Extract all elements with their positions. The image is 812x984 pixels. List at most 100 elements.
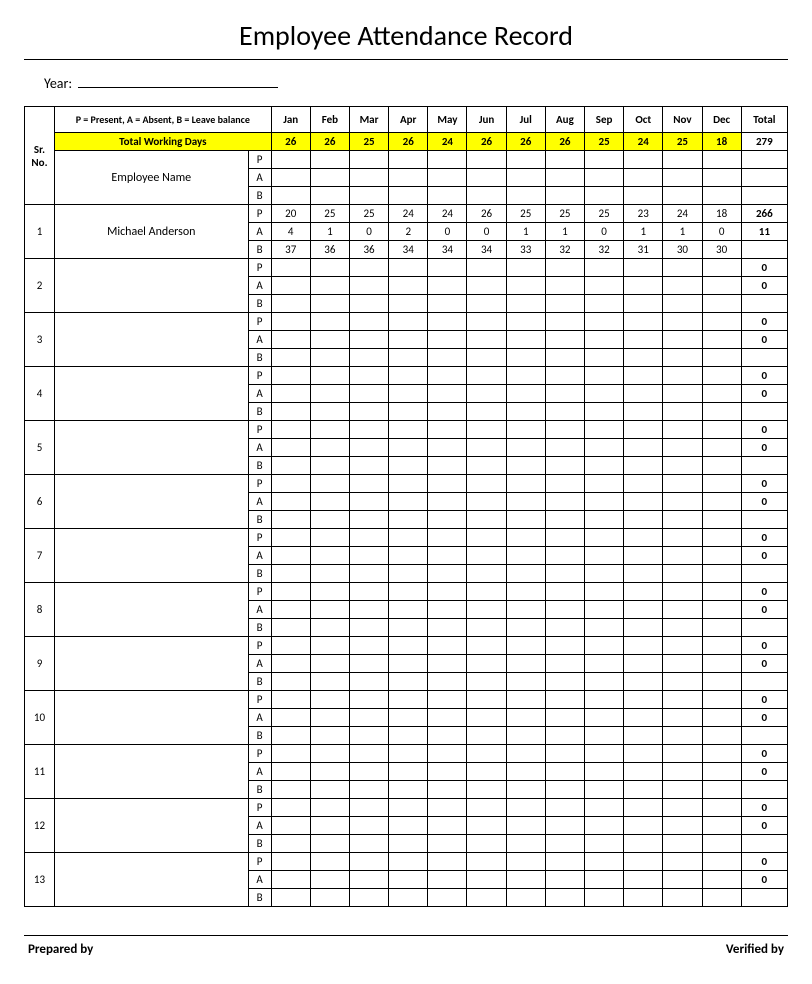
val-B-oct[interactable] bbox=[624, 619, 663, 637]
val-B-feb[interactable] bbox=[310, 781, 349, 799]
val-B-jun[interactable] bbox=[467, 457, 506, 475]
val-P-may[interactable] bbox=[428, 529, 467, 547]
val-P-nov[interactable] bbox=[663, 259, 702, 277]
val-P-oct[interactable] bbox=[624, 529, 663, 547]
val-P-aug[interactable]: 25 bbox=[545, 205, 584, 223]
val-A-aug[interactable] bbox=[545, 709, 584, 727]
employee-name[interactable] bbox=[54, 529, 248, 583]
val-B-nov[interactable] bbox=[663, 511, 702, 529]
val-P-mar[interactable] bbox=[349, 259, 388, 277]
val-B-nov[interactable] bbox=[663, 565, 702, 583]
val-B-jan[interactable] bbox=[271, 727, 310, 745]
val-P-apr[interactable] bbox=[389, 691, 428, 709]
val-A-jun[interactable] bbox=[467, 385, 506, 403]
val-A-aug[interactable] bbox=[545, 871, 584, 889]
val-B-feb[interactable] bbox=[310, 619, 349, 637]
val-A-nov[interactable] bbox=[663, 817, 702, 835]
val-B-oct[interactable] bbox=[624, 403, 663, 421]
val-A-jul[interactable] bbox=[506, 439, 545, 457]
val-B-dec[interactable] bbox=[702, 619, 741, 637]
val-B-sep[interactable] bbox=[585, 727, 624, 745]
val-B-apr[interactable] bbox=[389, 673, 428, 691]
val-B-nov[interactable] bbox=[663, 835, 702, 853]
val-A-mar[interactable] bbox=[349, 277, 388, 295]
val-B-jan[interactable] bbox=[271, 295, 310, 313]
val-P-nov[interactable] bbox=[663, 583, 702, 601]
val-A-jul[interactable] bbox=[506, 385, 545, 403]
val-A-mar[interactable] bbox=[349, 763, 388, 781]
val-P-may[interactable] bbox=[428, 259, 467, 277]
val-A-may[interactable] bbox=[428, 817, 467, 835]
val-B-apr[interactable]: 34 bbox=[389, 241, 428, 259]
val-B-may[interactable] bbox=[428, 295, 467, 313]
val-A-jan[interactable] bbox=[271, 655, 310, 673]
val-P-jul[interactable] bbox=[506, 259, 545, 277]
val-A-sep[interactable] bbox=[585, 439, 624, 457]
val-B-jun[interactable] bbox=[467, 565, 506, 583]
val-P-apr[interactable] bbox=[389, 367, 428, 385]
val-B-jul[interactable] bbox=[506, 349, 545, 367]
val-A-may[interactable] bbox=[428, 385, 467, 403]
val-P-mar[interactable] bbox=[349, 475, 388, 493]
val-B-feb[interactable] bbox=[310, 673, 349, 691]
val-A-nov[interactable] bbox=[663, 655, 702, 673]
val-A-jun[interactable]: 0 bbox=[467, 223, 506, 241]
val-B-dec[interactable] bbox=[702, 403, 741, 421]
val-B-jan[interactable] bbox=[271, 511, 310, 529]
val-B-may[interactable] bbox=[428, 511, 467, 529]
val-B-dec[interactable] bbox=[702, 889, 741, 907]
val-B-feb[interactable] bbox=[310, 565, 349, 583]
val-P-nov[interactable] bbox=[663, 313, 702, 331]
val-A-oct[interactable]: 1 bbox=[624, 223, 663, 241]
val-B-sep[interactable] bbox=[585, 781, 624, 799]
val-B-jan[interactable] bbox=[271, 565, 310, 583]
val-A-sep[interactable] bbox=[585, 763, 624, 781]
val-P-dec[interactable] bbox=[702, 799, 741, 817]
val-P-may[interactable] bbox=[428, 367, 467, 385]
val-A-dec[interactable] bbox=[702, 709, 741, 727]
val-P-jul[interactable] bbox=[506, 637, 545, 655]
val-B-sep[interactable] bbox=[585, 619, 624, 637]
val-B-mar[interactable] bbox=[349, 673, 388, 691]
val-P-nov[interactable] bbox=[663, 421, 702, 439]
val-P-oct[interactable] bbox=[624, 475, 663, 493]
val-B-may[interactable] bbox=[428, 349, 467, 367]
val-A-feb[interactable] bbox=[310, 871, 349, 889]
val-A-aug[interactable] bbox=[545, 655, 584, 673]
val-A-jan[interactable] bbox=[271, 385, 310, 403]
val-B-jul[interactable] bbox=[506, 457, 545, 475]
val-P-jan[interactable] bbox=[271, 529, 310, 547]
val-P-apr[interactable] bbox=[389, 583, 428, 601]
val-B-may[interactable] bbox=[428, 457, 467, 475]
val-A-jun[interactable] bbox=[467, 871, 506, 889]
val-A-jan[interactable] bbox=[271, 439, 310, 457]
val-A-dec[interactable] bbox=[702, 493, 741, 511]
val-A-mar[interactable] bbox=[349, 331, 388, 349]
val-A-mar[interactable] bbox=[349, 817, 388, 835]
val-P-jul[interactable] bbox=[506, 853, 545, 871]
val-P-jun[interactable] bbox=[467, 691, 506, 709]
val-B-jan[interactable] bbox=[271, 619, 310, 637]
employee-name[interactable] bbox=[54, 421, 248, 475]
val-P-dec[interactable] bbox=[702, 583, 741, 601]
val-P-mar[interactable]: 25 bbox=[349, 205, 388, 223]
val-B-jun[interactable] bbox=[467, 349, 506, 367]
val-P-apr[interactable] bbox=[389, 745, 428, 763]
val-P-jun[interactable]: 26 bbox=[467, 205, 506, 223]
val-A-jan[interactable] bbox=[271, 871, 310, 889]
val-P-aug[interactable] bbox=[545, 421, 584, 439]
employee-name[interactable] bbox=[54, 583, 248, 637]
val-A-dec[interactable]: 0 bbox=[702, 223, 741, 241]
val-A-feb[interactable] bbox=[310, 817, 349, 835]
val-P-feb[interactable] bbox=[310, 799, 349, 817]
val-A-nov[interactable] bbox=[663, 331, 702, 349]
val-B-oct[interactable] bbox=[624, 889, 663, 907]
val-P-feb[interactable] bbox=[310, 637, 349, 655]
val-B-mar[interactable] bbox=[349, 835, 388, 853]
val-A-mar[interactable] bbox=[349, 493, 388, 511]
val-B-jan[interactable] bbox=[271, 835, 310, 853]
val-P-mar[interactable] bbox=[349, 853, 388, 871]
val-B-may[interactable] bbox=[428, 727, 467, 745]
val-B-aug[interactable] bbox=[545, 565, 584, 583]
val-P-apr[interactable] bbox=[389, 853, 428, 871]
